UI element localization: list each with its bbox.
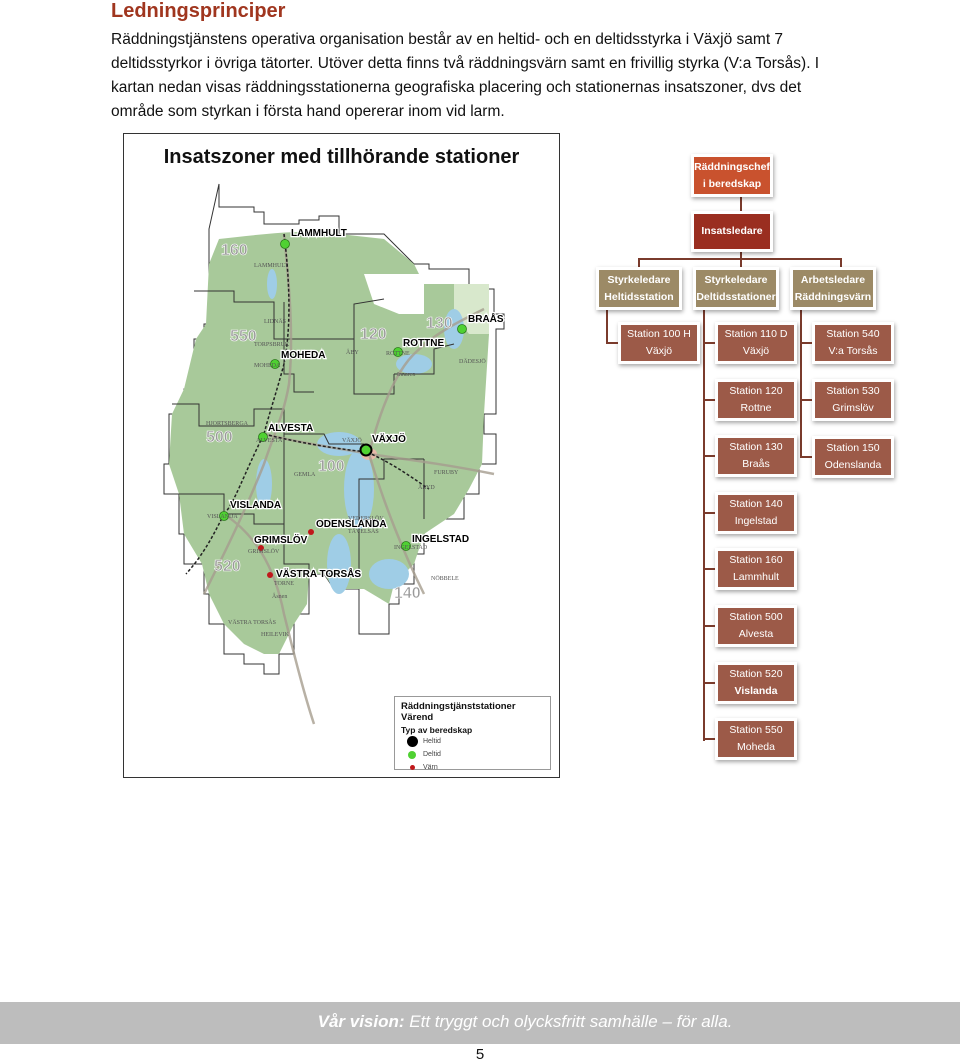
page-number: 5 bbox=[475, 1046, 485, 1063]
connector-line bbox=[606, 308, 608, 343]
station-box: Station 100 H Växjö bbox=[618, 322, 700, 364]
station-place: Odenslanda bbox=[824, 459, 882, 471]
vision-text: Ett tryggt och olycksfritt samhälle – fö… bbox=[404, 1012, 733, 1031]
station-number: Station 160 bbox=[729, 554, 783, 567]
chief-box: Räddningschef i beredskap bbox=[691, 154, 773, 197]
station-box: Station 130 Braås bbox=[715, 435, 797, 478]
connector-line bbox=[703, 398, 715, 401]
station-number: Station 130 bbox=[729, 441, 783, 454]
station-place: Braås bbox=[742, 458, 770, 471]
leader-subtitle: Deltidsstationer bbox=[696, 290, 776, 303]
station-place: Ingelstad bbox=[734, 514, 778, 527]
station-number: Station 520 bbox=[729, 667, 783, 680]
org-chart: Räddningschef i beredskap Insatsledare S… bbox=[0, 0, 960, 800]
station-box: Station 120 Rottne bbox=[715, 378, 797, 421]
leader-title: Arbetsledare bbox=[800, 273, 866, 286]
connector-line bbox=[703, 681, 715, 684]
station-place: Lammhult bbox=[732, 571, 780, 584]
connector-line bbox=[800, 399, 812, 401]
station-place: Växjö bbox=[645, 345, 673, 357]
station-box: Station 140 Ingelstad bbox=[715, 491, 797, 534]
station-number: Station 150 bbox=[826, 442, 880, 454]
station-place: Vislanda bbox=[734, 684, 778, 697]
station-place: Alvesta bbox=[738, 628, 774, 640]
station-box: Station 520 Vislanda bbox=[715, 661, 797, 704]
leader-subtitle: Heltidsstation bbox=[604, 290, 674, 303]
station-box: Station 530 Grimslöv bbox=[812, 379, 894, 421]
station-place: Moheda bbox=[737, 741, 775, 754]
station-place: Växjö bbox=[742, 345, 770, 357]
station-number: Station 500 bbox=[729, 611, 783, 623]
connector-line bbox=[703, 308, 705, 741]
leader-box: Styrkeledare Heltidsstation bbox=[596, 267, 682, 310]
connector-line bbox=[703, 455, 715, 458]
connector-line bbox=[703, 511, 715, 514]
leader-title: Styrkeledare bbox=[704, 273, 768, 286]
connector-line bbox=[800, 342, 812, 344]
station-number: Station 550 bbox=[729, 724, 783, 737]
station-number: Station 140 bbox=[729, 497, 783, 510]
station-box: Station 550 Moheda bbox=[715, 718, 797, 761]
station-number: Station 100 H bbox=[627, 328, 691, 340]
station-number: Station 530 bbox=[826, 385, 880, 397]
station-box: Station 500 Alvesta bbox=[715, 605, 797, 647]
connector-line bbox=[638, 258, 842, 260]
connector-line bbox=[703, 625, 715, 627]
incident-commander-box: Insatsledare bbox=[691, 211, 773, 252]
connector-line bbox=[703, 342, 715, 344]
station-place: Grimslöv bbox=[832, 402, 874, 414]
leader-title: Styrkeledare bbox=[607, 273, 671, 286]
vision-statement: Vår vision: Ett tryggt och olycksfritt s… bbox=[0, 1012, 960, 1032]
leader-subtitle: Räddningsvärn bbox=[794, 290, 872, 303]
connector-line bbox=[800, 456, 812, 458]
vision-label: Vår vision: bbox=[317, 1012, 405, 1031]
connector-line bbox=[703, 738, 715, 741]
station-number: Station 110 D bbox=[724, 328, 788, 340]
station-box: Station 540 V:a Torsås bbox=[812, 322, 894, 364]
connector-line bbox=[606, 342, 618, 344]
station-place: V:a Torsås bbox=[828, 345, 878, 357]
station-box: Station 160 Lammhult bbox=[715, 548, 797, 591]
footer-banner: Vår vision: Ett tryggt och olycksfritt s… bbox=[0, 1002, 960, 1044]
station-box: Station 150 Odenslanda bbox=[812, 436, 894, 478]
leader-box: Arbetsledare Räddningsvärn bbox=[790, 267, 876, 310]
station-number: Station 120 bbox=[729, 384, 783, 397]
connector-line bbox=[703, 568, 715, 571]
station-place: Rottne bbox=[740, 401, 772, 414]
connector-line bbox=[800, 308, 802, 458]
station-number: Station 540 bbox=[826, 328, 880, 340]
station-box: Station 110 D Växjö bbox=[715, 322, 797, 364]
leader-box: Styrkeledare Deltidsstationer bbox=[693, 267, 779, 310]
